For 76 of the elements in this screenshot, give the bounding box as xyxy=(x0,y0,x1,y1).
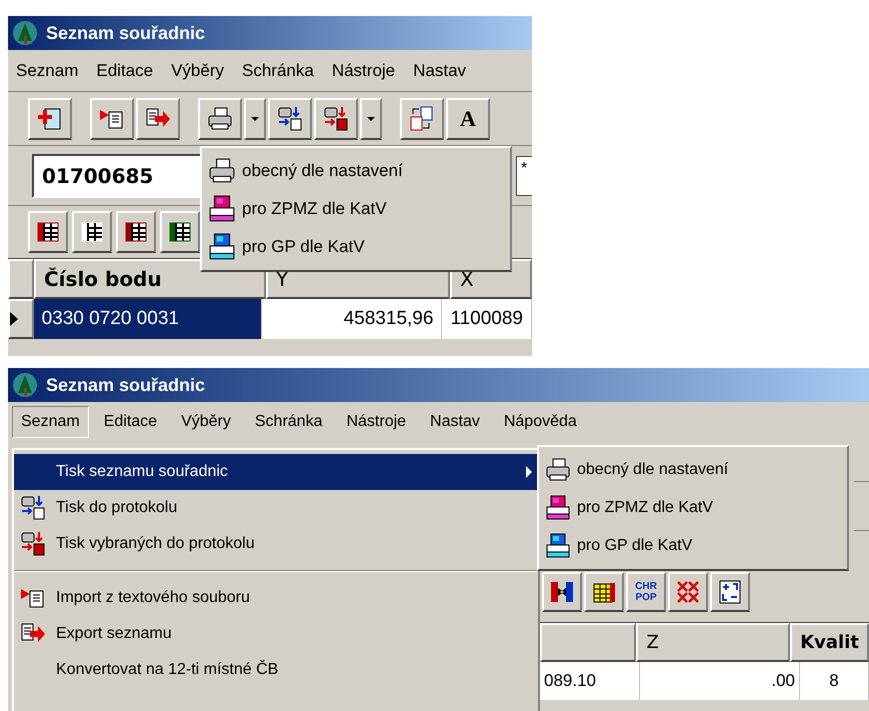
print-to-document-icon xyxy=(20,495,46,521)
menu-item[interactable]: Nástroje xyxy=(337,406,416,438)
toolbar-button[interactable] xyxy=(72,211,112,253)
print-to-document-icon xyxy=(277,106,303,132)
caret-icon xyxy=(367,116,375,120)
menu-item[interactable]: Nápověda xyxy=(494,406,586,438)
add-document-icon xyxy=(37,106,63,132)
column-header[interactable]: Z xyxy=(636,623,790,662)
table-cell: 0330 0720 0031 xyxy=(34,299,262,339)
menu-item[interactable]: Schránka xyxy=(246,406,332,438)
menu-item[interactable]: Seznam xyxy=(16,58,78,84)
printer-icon xyxy=(208,157,236,185)
menu-item[interactable]: Export seznamu xyxy=(14,616,538,652)
toolbar-button[interactable] xyxy=(136,98,180,140)
table-cell: 8 xyxy=(800,662,869,700)
menu-item[interactable]: Tisk do protokolu xyxy=(14,490,538,526)
toolbar-strip xyxy=(854,481,869,531)
window-title: Seznam souřadnic xyxy=(46,374,206,396)
menu-item[interactable]: Výběry xyxy=(171,58,224,84)
column-header[interactable]: Kvalit xyxy=(790,623,869,662)
toolbar-button[interactable] xyxy=(584,572,624,612)
app-icon xyxy=(12,372,38,398)
print-to-document-icon xyxy=(323,106,349,132)
toolbar-button[interactable] xyxy=(314,98,358,140)
toolbar-button[interactable] xyxy=(28,98,72,140)
toolbar-button[interactable] xyxy=(90,98,134,140)
toolbar-button[interactable] xyxy=(268,98,312,140)
filter-field[interactable]: * xyxy=(516,156,532,196)
menu-item[interactable]: pro ZPMZ dle KatV xyxy=(202,190,510,228)
toolbar-button[interactable] xyxy=(710,572,750,612)
font-button[interactable]: A xyxy=(446,98,490,140)
printer-icon xyxy=(545,533,571,559)
delete-marks-icon xyxy=(675,579,701,605)
menu-item[interactable]: Nástroje xyxy=(332,58,396,84)
menu-item[interactable]: Schránka xyxy=(242,58,314,84)
table-cell: 458315,96 xyxy=(262,299,442,339)
swap-documents-icon xyxy=(409,106,435,132)
menu-item[interactable]: obecný dle nastavení xyxy=(202,152,510,190)
menu-item[interactable]: obecný dle nastavení xyxy=(539,451,847,489)
dropdown-button[interactable] xyxy=(244,98,266,140)
printer-icon xyxy=(208,233,236,261)
menu-item[interactable]: Import z textového souboru xyxy=(14,580,538,616)
dropdown-button[interactable] xyxy=(360,98,382,140)
toolbar-button[interactable] xyxy=(198,98,242,140)
caret-icon xyxy=(251,116,259,120)
table-cell: 1100089 xyxy=(442,299,532,339)
toolbar-button[interactable] xyxy=(28,211,68,253)
point-number-field[interactable]: 01700685 xyxy=(32,154,202,198)
menu-item[interactable]: Tisk vybraných do protokolu xyxy=(14,526,538,562)
toolbar-button[interactable] xyxy=(668,572,708,612)
window-title: Seznam souřadnic xyxy=(46,22,206,44)
menu-item[interactable]: Konvertovat na 12-ti místné ČB xyxy=(14,652,538,688)
menu-item[interactable]: Editace xyxy=(96,58,154,84)
menu-item[interactable]: Nastav xyxy=(421,406,489,438)
toolbar-button[interactable] xyxy=(116,211,156,253)
menu-item[interactable]: Tisk seznamu souřadnic xyxy=(14,454,538,490)
menu-item[interactable]: Nastav xyxy=(413,58,466,84)
printer-icon xyxy=(545,457,571,483)
toolbar-button[interactable] xyxy=(542,572,582,612)
chr-pop-button[interactable]: CHR POP xyxy=(626,572,666,612)
column-header[interactable] xyxy=(540,623,636,662)
plus-minus-icon xyxy=(717,579,743,605)
submenu-arrow-icon xyxy=(526,466,532,478)
printer-icon xyxy=(208,195,236,223)
table-cell: .00 xyxy=(640,662,800,700)
menu-item[interactable]: pro GP dle KatV xyxy=(539,527,847,565)
swap-columns-icon xyxy=(549,579,575,605)
print-to-document-icon xyxy=(20,531,46,557)
printer-icon xyxy=(207,106,233,132)
app-icon xyxy=(12,20,38,46)
printer-icon xyxy=(545,495,571,521)
menu-item[interactable]: Výběry xyxy=(172,406,240,438)
menu-item[interactable]: Seznam xyxy=(12,406,89,438)
toolbar-button[interactable] xyxy=(400,98,444,140)
menu-item[interactable]: Editace xyxy=(94,406,166,438)
menu-item[interactable]: pro ZPMZ dle KatV xyxy=(539,489,847,527)
